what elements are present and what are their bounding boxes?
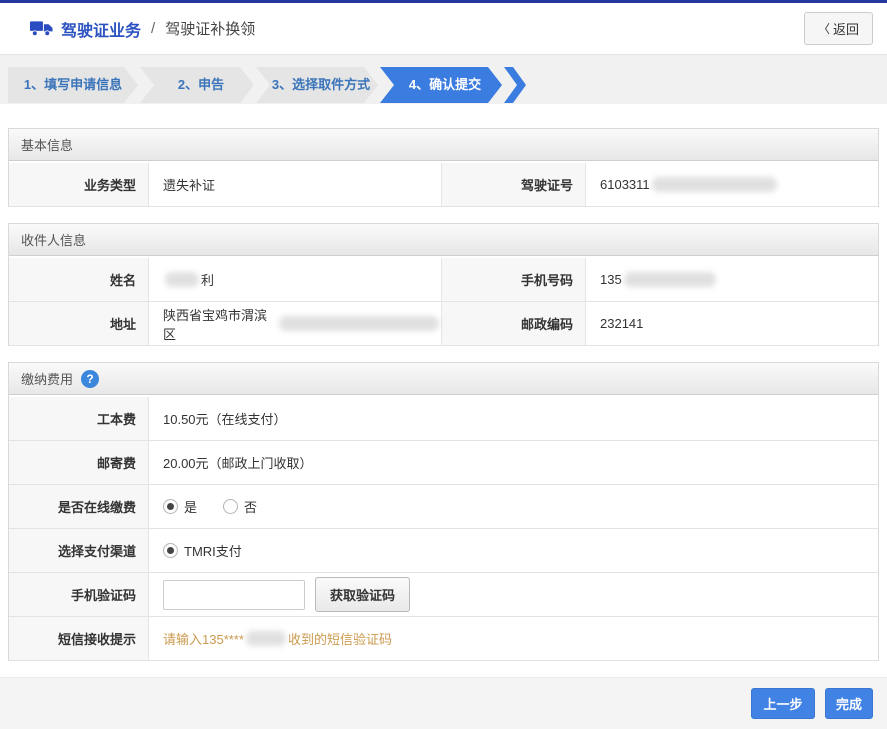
zip-value: 232141 [586,302,878,345]
radio-tmri[interactable] [163,543,178,558]
table-row: 短信接收提示 请输入135**** 收到的短信验证码 [9,617,878,661]
redaction-blur [279,316,439,331]
table-row: 是否在线缴费 是 否 [9,485,878,529]
pay-online-label: 是否在线缴费 [9,485,149,528]
payment-channel-label: 选择支付渠道 [9,529,149,572]
table-row: 业务类型 遗失补证 驾驶证号 6103311 [9,163,878,207]
sms-code-field: 获取验证码 [149,573,878,616]
business-type-label: 业务类型 [9,163,149,206]
section-payment-title: 缴纳费用 [21,369,73,388]
top-header: 驾驶证业务 / 驾驶证补换领 〈 返回 [0,3,887,55]
back-button[interactable]: 〈 返回 [804,12,873,45]
sms-code-input[interactable] [163,580,305,610]
redaction-blur [165,272,199,287]
radio-no[interactable] [223,499,238,514]
redaction-blur [246,631,286,646]
breadcrumb: 驾驶证业务 / 驾驶证补换领 [30,17,255,41]
production-fee-label: 工本费 [9,397,149,440]
name-value: 利 [149,258,441,301]
tab-step-4-active[interactable]: 4、确认提交 [380,67,502,103]
address-value: 陕西省宝鸡市渭滨区 [149,302,441,345]
business-type-value: 遗失补证 [149,163,441,206]
help-icon[interactable]: ? [81,370,99,388]
breadcrumb-separator: / [149,20,157,37]
tab-step-2[interactable]: 2、申告 [140,67,254,103]
section-recipient-info-title: 收件人信息 [21,230,86,249]
back-button-label: 返回 [833,19,859,38]
finish-button[interactable]: 完成 [825,688,873,719]
section-payment-header: 缴纳费用 ? [9,363,878,395]
section-basic-info-header: 基本信息 [9,129,878,161]
table-row: 选择支付渠道 TMRI支付 [9,529,878,573]
postage-fee-label: 邮寄费 [9,441,149,484]
radio-yes-label[interactable]: 是 [184,497,197,516]
page-title: 驾驶证补换领 [165,18,255,39]
main-content: 基本信息 业务类型 遗失补证 驾驶证号 6103311 [0,104,887,661]
previous-step-button[interactable]: 上一步 [751,688,815,719]
section-recipient-info: 收件人信息 姓名 利 手机号码 135 [8,223,879,346]
section-payment: 缴纳费用 ? 工本费 10.50元（在线支付） 邮寄费 20.00元（邮政上门收… [8,362,879,661]
section-recipient-info-header: 收件人信息 [9,224,878,256]
radio-yes[interactable] [163,499,178,514]
radio-tmri-label[interactable]: TMRI支付 [184,541,242,560]
truck-icon [30,20,53,37]
tab-step-3[interactable]: 3、选择取件方式 [256,67,378,103]
table-row: 邮寄费 20.00元（邮政上门收取） [9,441,878,485]
zip-label: 邮政编码 [441,302,586,345]
footer-action-bar: 上一步 完成 [0,677,887,729]
license-number-label: 驾驶证号 [441,163,586,206]
sms-code-label: 手机验证码 [9,573,149,616]
table-row: 工本费 10.50元（在线支付） [9,397,878,441]
phone-value: 135 [586,258,878,301]
payment-channel-options: TMRI支付 [149,529,878,572]
active-tab-arrow-icon [504,67,526,103]
step-tab-bar: 1、填写申请信息 2、申告 3、选择取件方式 4、确认提交 [0,55,887,104]
section-basic-info-title: 基本信息 [21,135,73,154]
license-number-value: 6103311 [586,163,878,206]
table-row: 手机验证码 获取验证码 [9,573,878,617]
name-label: 姓名 [9,258,149,301]
tab-step-1[interactable]: 1、填写申请信息 [8,67,138,103]
section-basic-info: 基本信息 业务类型 遗失补证 驾驶证号 6103311 [8,128,879,207]
table-row: 地址 陕西省宝鸡市渭滨区 邮政编码 232141 [9,302,878,346]
postage-fee-value: 20.00元（邮政上门收取） [149,441,878,484]
redaction-blur [652,177,777,192]
redaction-blur [624,272,716,287]
address-label: 地址 [9,302,149,345]
chevron-left-icon: 〈 [818,20,830,37]
sms-tip-label: 短信接收提示 [9,617,149,660]
pay-online-options: 是 否 [149,485,878,528]
app-title: 驾驶证业务 [61,17,141,41]
phone-label: 手机号码 [441,258,586,301]
table-row: 姓名 利 手机号码 135 [9,258,878,302]
production-fee-value: 10.50元（在线支付） [149,397,878,440]
radio-no-label[interactable]: 否 [244,497,257,516]
get-code-button[interactable]: 获取验证码 [315,577,410,612]
sms-tip-text: 请输入135**** 收到的短信验证码 [149,617,878,660]
